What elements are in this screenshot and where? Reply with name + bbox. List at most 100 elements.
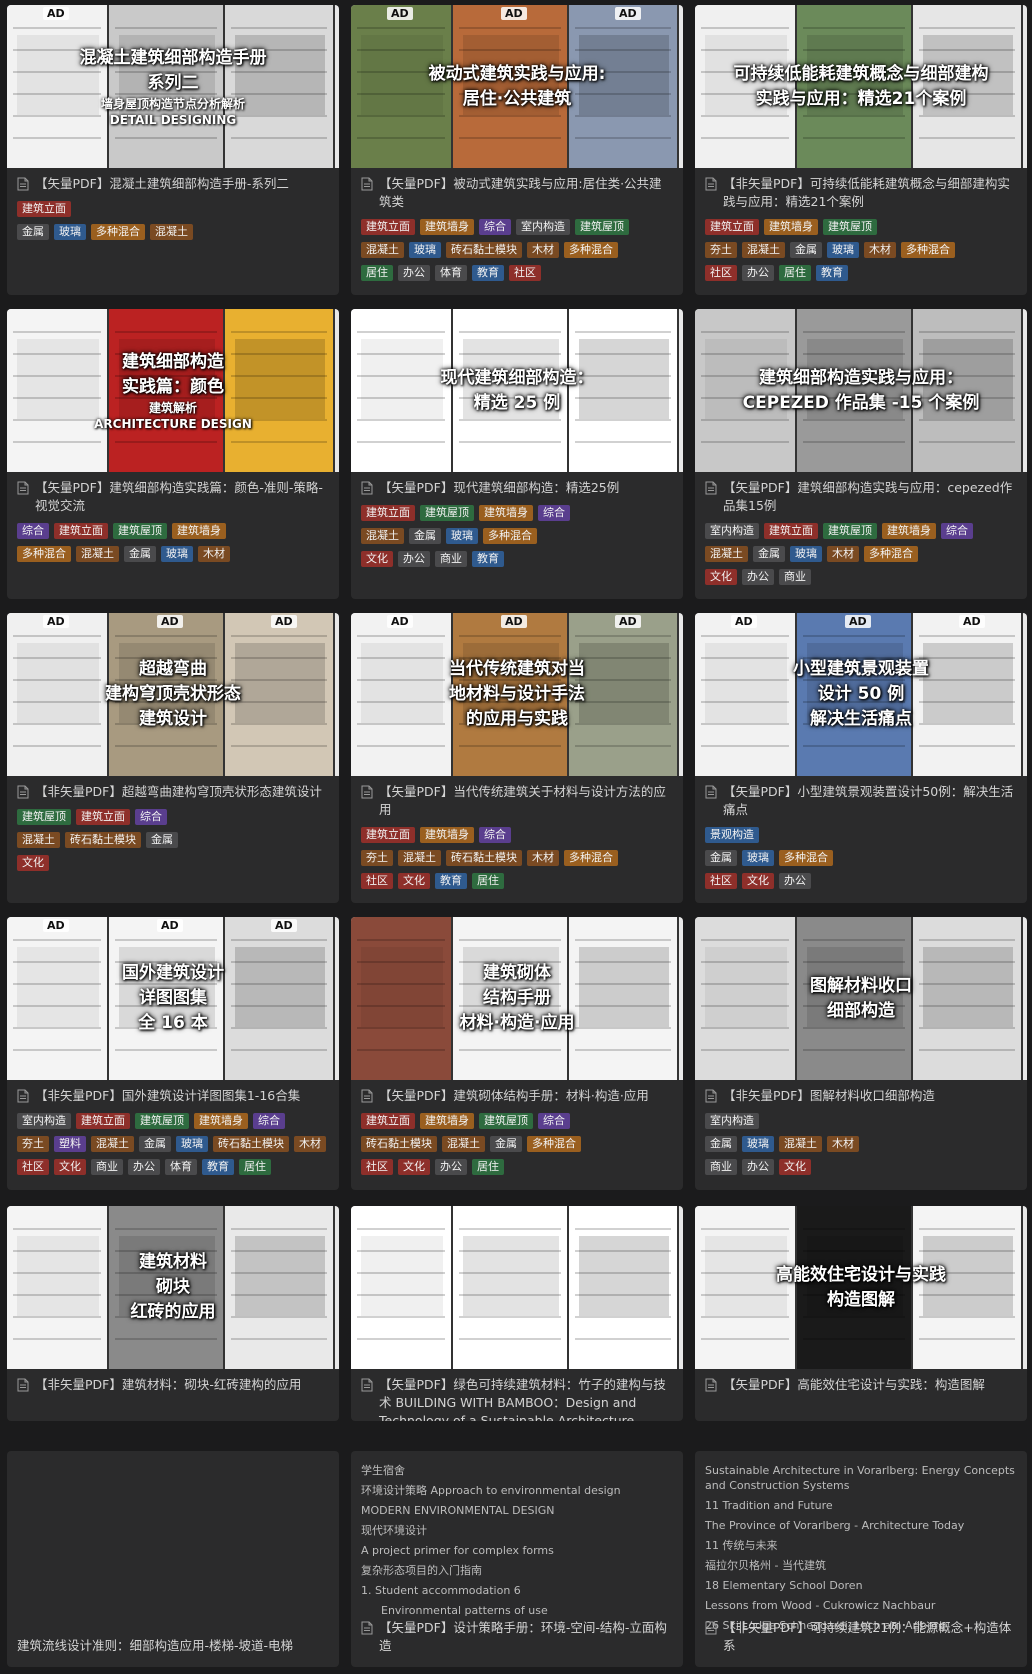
resource-card[interactable]: 可持续低能耗建筑概念与细部建构 实践与应用：精选21个案例 【非矢量PDF】可持续低… (695, 5, 1027, 295)
tag-chip[interactable]: 社区 (17, 1159, 49, 1175)
cover-thumbnail[interactable] (351, 1206, 683, 1369)
tag-chip[interactable]: 文化 (779, 1159, 811, 1175)
tag-chip[interactable]: 室内构造 (705, 1113, 759, 1129)
card-title[interactable]: 【矢量PDF】建筑细部构造实践与应用：cepezed作品集15例 (723, 479, 1017, 515)
tag-chip[interactable]: 教育 (472, 265, 504, 281)
tag-chip[interactable]: 建筑屋顶 (135, 1113, 189, 1129)
tag-chip[interactable]: 金属 (139, 1136, 171, 1152)
tag-chip[interactable]: 玻璃 (409, 242, 441, 258)
tag-chip[interactable]: 建筑屋顶 (575, 219, 629, 235)
tag-chip[interactable]: 办公 (435, 1159, 467, 1175)
tag-chip[interactable]: 商业 (91, 1159, 123, 1175)
tag-chip[interactable]: 砖石黏土模块 (361, 1136, 437, 1152)
tag-chip[interactable]: 景观构造 (705, 827, 759, 843)
tag-chip[interactable]: 文化 (398, 873, 430, 889)
tag-chip[interactable]: 建筑屋顶 (479, 1113, 533, 1129)
tag-chip[interactable]: 玻璃 (54, 224, 86, 240)
tag-chip[interactable]: 文化 (398, 1159, 430, 1175)
tag-chip[interactable]: 金属 (790, 242, 822, 258)
tag-chip[interactable]: 混凝土 (361, 528, 404, 544)
tag-chip[interactable]: 教育 (816, 265, 848, 281)
tag-chip[interactable]: 建筑墙身 (420, 219, 474, 235)
card-title[interactable]: 【非矢量PDF】超越弯曲建构穹顶壳状形态建筑设计 (35, 783, 322, 801)
tag-chip[interactable]: 建筑立面 (76, 809, 130, 825)
tag-chip[interactable]: 体育 (165, 1159, 197, 1175)
tag-chip[interactable]: 居住 (361, 265, 393, 281)
tag-chip[interactable]: 建筑屋顶 (823, 219, 877, 235)
tag-chip[interactable]: 社区 (705, 265, 737, 281)
tag-chip[interactable]: 混凝土 (91, 1136, 134, 1152)
tag-chip[interactable]: 综合 (941, 523, 973, 539)
tag-chip[interactable]: 砖石黏土模块 (446, 850, 522, 866)
tag-chip[interactable]: 多种混合 (17, 546, 71, 562)
card-title-row[interactable]: 【矢量PDF】当代传统建筑关于材料与设计方法的应用 (361, 783, 673, 819)
tag-chip[interactable]: 综合 (479, 827, 511, 843)
resource-card[interactable]: AD AD AD 当代传统建筑对当 地材料与设计手法 的应用与实践【矢量PDF】当代传统建… (351, 613, 683, 903)
card-title-row[interactable]: 【非矢量PDF】超越弯曲建构穹顶壳状形态建筑设计 (17, 783, 329, 801)
tag-chip[interactable]: 木材 (864, 242, 896, 258)
card-title[interactable]: 【矢量PDF】小型建筑景观装置设计50例：解决生活痛点 (723, 783, 1017, 819)
text-preview-card[interactable]: Sustainable Architecture in Vorarlberg: … (695, 1451, 1027, 1667)
tag-chip[interactable]: 教育 (202, 1159, 234, 1175)
tag-chip[interactable]: 室内构造 (516, 219, 570, 235)
tag-chip[interactable]: 居住 (472, 873, 504, 889)
card-title-row[interactable]: 【非矢量PDF】可持续建筑21例：能源概念+构造体系 (705, 1619, 1017, 1655)
tag-chip[interactable]: 综合 (135, 809, 167, 825)
tag-chip[interactable]: 夯土 (705, 242, 737, 258)
cover-thumbnail[interactable]: AD AD AD 小型建筑景观装置 设计 50 例解决生活痛点 (695, 613, 1027, 776)
tag-chip[interactable]: 建筑墙身 (479, 505, 533, 521)
tag-chip[interactable]: 多种混合 (527, 1136, 581, 1152)
tag-chip[interactable]: 金属 (490, 1136, 522, 1152)
tag-chip[interactable]: 建筑立面 (361, 1113, 415, 1129)
tag-chip[interactable]: 混凝土 (705, 546, 748, 562)
tag-chip[interactable]: 砖石黏土模块 (446, 242, 522, 258)
text-preview-card[interactable]: 建筑流线设计准则：细部构造应用-楼梯-坡道-电梯 (7, 1451, 339, 1667)
resource-card[interactable]: AD AD AD 被动式建筑实践与应用: 居住·公共建筑 【矢量PDF】被动式建筑实践与应… (351, 5, 683, 295)
tag-chip[interactable]: 木材 (827, 546, 859, 562)
cover-thumbnail[interactable]: 现代建筑细部构造： 精选 25 例 (351, 309, 683, 472)
card-title-row[interactable]: 【矢量PDF】混凝土建筑细部构造手册-系列二 (17, 175, 329, 193)
card-title[interactable]: 【非矢量PDF】国外建筑设计详图图集1-16合集 (35, 1087, 300, 1105)
card-title[interactable]: 【矢量PDF】被动式建筑实践与应用:居住类·公共建筑类 (379, 175, 673, 211)
resource-card[interactable]: 建筑细部构造 实践篇：颜色 建筑解析 ARCHITECTURE DESIGN 【矢量PD… (7, 309, 339, 599)
tag-chip[interactable]: 社区 (705, 873, 737, 889)
tag-chip[interactable]: 社区 (361, 1159, 393, 1175)
tag-chip[interactable]: 建筑立面 (764, 523, 818, 539)
tag-chip[interactable]: 玻璃 (446, 528, 478, 544)
tag-chip[interactable]: 金属 (146, 832, 178, 848)
card-title-row[interactable]: 【矢量PDF】高能效住宅设计与实践：构造图解 (705, 1376, 1017, 1394)
tag-chip[interactable]: 混凝土 (76, 546, 119, 562)
tag-chip[interactable]: 塑料 (54, 1136, 86, 1152)
card-title[interactable]: 建筑流线设计准则：细部构造应用-楼梯-坡道-电梯 (17, 1637, 293, 1655)
tag-chip[interactable]: 教育 (472, 551, 504, 567)
tag-chip[interactable]: 混凝土 (442, 1136, 485, 1152)
cover-thumbnail[interactable]: 高能效住宅设计与实践 构造图解 (695, 1206, 1027, 1369)
tag-chip[interactable]: 木材 (827, 1136, 859, 1152)
cover-thumbnail[interactable]: AD 混凝土建筑细部构造手册 系列二 墙身屋顶构造节点分析解析 DETAIL DESIG… (7, 5, 339, 168)
card-title-row[interactable]: 【非矢量PDF】可持续低能耗建筑概念与细部建构实践与应用：精选21个案例 (705, 175, 1017, 211)
card-title-row[interactable]: 【非矢量PDF】建筑材料：砌块-红砖建构的应用 (17, 1376, 329, 1394)
tag-chip[interactable]: 建筑立面 (54, 523, 108, 539)
tag-chip[interactable]: 多种混合 (901, 242, 955, 258)
tag-chip[interactable]: 建筑立面 (361, 505, 415, 521)
cover-thumbnail[interactable]: 建筑细部构造 实践篇：颜色 建筑解析 ARCHITECTURE DESIGN (7, 309, 339, 472)
cover-thumbnail[interactable]: 建筑材料 砌块 红砖的应用 (7, 1206, 339, 1369)
tag-chip[interactable]: 文化 (361, 551, 393, 567)
card-title-row[interactable]: 【矢量PDF】建筑细部构造实践篇：颜色-准则-策略-视觉交流 (17, 479, 329, 515)
resource-card[interactable]: AD 混凝土建筑细部构造手册 系列二 墙身屋顶构造节点分析解析 DETAIL DESIG… (7, 5, 339, 295)
tag-chip[interactable]: 办公 (779, 873, 811, 889)
tag-chip[interactable]: 混凝土 (742, 242, 785, 258)
tag-chip[interactable]: 玻璃 (742, 1136, 774, 1152)
tag-chip[interactable]: 玻璃 (827, 242, 859, 258)
tag-chip[interactable]: 综合 (538, 1113, 570, 1129)
tag-chip[interactable]: 办公 (742, 1159, 774, 1175)
cover-thumbnail[interactable]: AD AD AD 当代传统建筑对当 地材料与设计手法 的应用与实践 (351, 613, 683, 776)
tag-chip[interactable]: 金属 (124, 546, 156, 562)
tag-chip[interactable]: 多种混合 (91, 224, 145, 240)
card-title-row[interactable]: 【非矢量PDF】国外建筑设计详图图集1-16合集 (17, 1087, 329, 1105)
tag-chip[interactable]: 金属 (705, 850, 737, 866)
cover-thumbnail[interactable]: AD AD AD 超越弯曲 建构穹顶壳状形态 建筑设计 (7, 613, 339, 776)
tag-chip[interactable]: 多种混合 (564, 242, 618, 258)
tag-chip[interactable]: 建筑墙身 (882, 523, 936, 539)
tag-chip[interactable]: 混凝土 (17, 832, 60, 848)
